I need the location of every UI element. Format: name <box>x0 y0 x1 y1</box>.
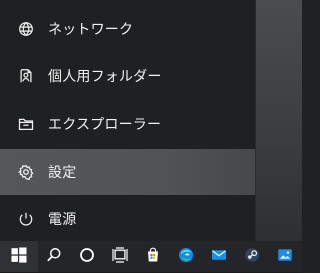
start-menu-item-label: 電源 <box>48 212 77 228</box>
cortana-circle-icon <box>77 245 97 269</box>
photos-icon <box>275 245 295 269</box>
taskbar-store-button[interactable] <box>137 241 170 273</box>
edge-browser-icon <box>176 245 196 269</box>
search-icon <box>44 245 64 269</box>
steam-icon <box>242 245 262 269</box>
network-icon <box>18 21 34 37</box>
start-menu-item-power[interactable]: 電源 <box>0 196 255 242</box>
start-menu-item-label: エクスプローラー <box>48 117 162 133</box>
start-menu-item-label: 設定 <box>48 165 77 181</box>
settings-gear-icon <box>18 164 34 180</box>
start-menu-item-label: 個人用フォルダー <box>48 69 162 85</box>
user-folder-icon <box>18 68 34 84</box>
desktop-screen: ネットワーク 個人用フォルダー エクスプローラー 設定 電源 <box>0 0 302 273</box>
taskbar-steam-button[interactable] <box>236 241 269 273</box>
start-menu-item-user-folder[interactable]: 個人用フォルダー <box>0 53 255 99</box>
taskbar-mail-button[interactable] <box>203 241 236 273</box>
power-icon <box>18 211 34 227</box>
start-menu: ネットワーク 個人用フォルダー エクスプローラー 設定 電源 <box>0 0 255 241</box>
file-explorer-icon <box>18 116 34 132</box>
windows-start-icon <box>9 245 29 269</box>
start-menu-item-file-explorer[interactable]: エクスプローラー <box>0 101 255 147</box>
start-menu-item-network[interactable]: ネットワーク <box>0 6 255 52</box>
mail-icon <box>209 245 229 269</box>
start-menu-item-settings[interactable]: 設定 <box>0 149 255 195</box>
store-bag-icon <box>143 245 163 269</box>
taskbar-photos-button[interactable] <box>269 241 302 273</box>
taskbar-task-view-button[interactable] <box>104 241 137 273</box>
task-view-icon <box>110 245 130 269</box>
taskbar <box>0 241 302 273</box>
taskbar-edge-button[interactable] <box>170 241 203 273</box>
windows-start-button[interactable] <box>0 241 38 273</box>
taskbar-cortana-button[interactable] <box>71 241 104 273</box>
taskbar-search-button[interactable] <box>38 241 71 273</box>
start-menu-tile-area <box>255 0 302 241</box>
start-menu-item-label: ネットワーク <box>48 22 134 38</box>
